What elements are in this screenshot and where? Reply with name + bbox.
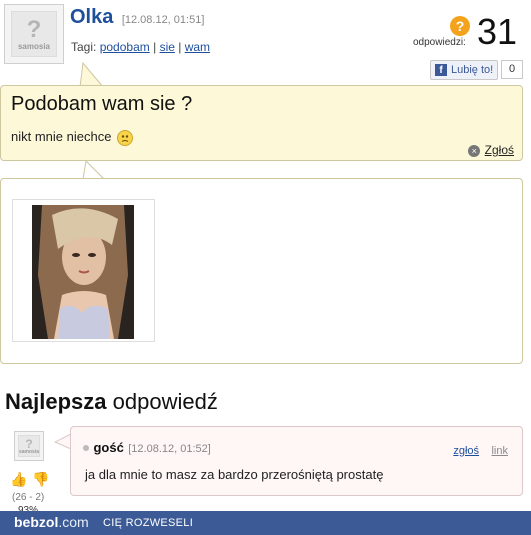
close-circle-icon: × (468, 145, 481, 157)
footer-brand-suffix: .com (58, 514, 89, 530)
question-body-text: nikt mnie niechce (11, 129, 112, 144)
online-status-dot (83, 444, 89, 451)
user-photo[interactable] (32, 205, 134, 339)
best-answer-heading-bold: Najlepsza (5, 389, 107, 414)
facebook-icon: f (435, 64, 447, 76)
author-avatar[interactable]: ? samosia (4, 4, 64, 64)
like-label: Lubię to! (451, 64, 494, 76)
photo-frame[interactable] (12, 199, 155, 342)
avatar-placeholder-icon: ? samosia (18, 435, 40, 457)
best-answer-box: gość [12.08.12, 01:52] zgłoś link ja dla… (70, 426, 523, 496)
answers-label: odpowiedzi: (413, 37, 466, 48)
thumbs-up-icon[interactable]: 👍 (10, 472, 27, 486)
question-tags: Tagi: podobam | sie | wam (71, 40, 210, 54)
answer-date: [12.08.12, 01:52] (128, 443, 211, 455)
avatar-brand-text: samosia (19, 448, 40, 455)
answers-count: 31 (477, 11, 518, 52)
vote-counts: (26 - 2) (12, 492, 45, 503)
thumbs-down-icon[interactable]: 👎 (32, 472, 49, 486)
question-report[interactable]: × Zgłoś (468, 141, 514, 159)
footer-bar: bebzol.com CIĘ ROZWESELI (0, 511, 531, 535)
tag-link-wam[interactable]: wam (185, 40, 210, 54)
best-answer-heading-rest: odpowiedź (112, 389, 218, 414)
footer-tagline: CIĘ ROZWESELI (103, 517, 194, 529)
footer-brand[interactable]: bebzol.com (14, 514, 89, 530)
answer-permalink[interactable]: link (491, 445, 508, 457)
footer-brand-name: bebzol (14, 514, 59, 530)
answer-author: gość (93, 440, 124, 455)
avatar-placeholder-icon: ? samosia (11, 11, 57, 57)
answer-body: ja dla mnie to masz za bardzo przerośnię… (85, 467, 384, 482)
best-answer-heading: Najlepsza odpowiedź (5, 389, 218, 415)
answers-icon: ? (450, 16, 470, 36)
tags-label: Tagi: (71, 40, 97, 54)
report-link[interactable]: Zgłoś (485, 143, 514, 157)
tag-separator: | (153, 40, 157, 54)
question-box: Podobam wam sie ? nikt mnie niechce × Zg… (0, 85, 523, 161)
answer-avatar: ? samosia (14, 431, 44, 461)
facebook-like-button[interactable]: f Lubię to! (430, 60, 498, 80)
question-title: Podobam wam sie ? (11, 93, 193, 115)
image-bubble-tail (82, 160, 105, 180)
question-author[interactable]: Olka (70, 6, 113, 28)
tag-link-sie[interactable]: sie (160, 40, 175, 54)
image-box (0, 178, 523, 364)
like-count: 0 (501, 60, 523, 79)
tag-separator: | (178, 40, 182, 54)
question-date: [12.08.12, 01:51] (121, 14, 205, 26)
answer-report-link[interactable]: zgłoś (453, 445, 479, 457)
question-body: nikt mnie niechce (11, 129, 134, 146)
sad-smiley-icon (117, 129, 134, 146)
tag-link-podobam[interactable]: podobam (100, 40, 150, 54)
avatar-brand-text: samosia (17, 41, 51, 51)
